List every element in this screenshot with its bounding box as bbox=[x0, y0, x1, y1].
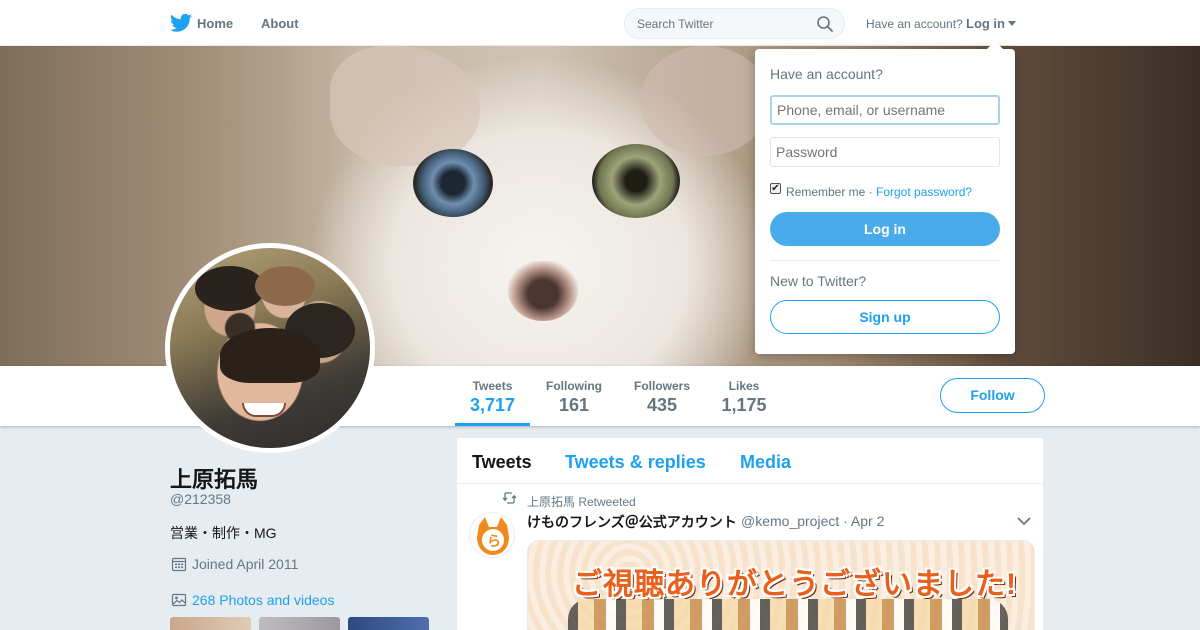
image-icon bbox=[171, 593, 187, 607]
profile-handle[interactable]: @212358 bbox=[170, 491, 231, 507]
avatar-photo-detail bbox=[255, 266, 315, 306]
search-input[interactable]: Search Twitter bbox=[624, 8, 845, 39]
have-account-text: Have an account? bbox=[866, 17, 963, 31]
top-navigation-bar: Home About Search Twitter Have an accoun… bbox=[0, 0, 1200, 46]
stat-tweets[interactable]: Tweets 3,717 bbox=[455, 366, 530, 426]
nav-home-link[interactable]: Home bbox=[197, 16, 233, 31]
media-headline-text: ご視聴ありがとうございました! bbox=[572, 568, 1017, 601]
media-thumbnail[interactable] bbox=[170, 617, 251, 630]
login-dropdown-toggle[interactable]: Log in bbox=[966, 16, 1005, 31]
stat-label: Likes bbox=[728, 379, 760, 393]
stat-label: Tweets bbox=[472, 379, 513, 393]
stat-value: 435 bbox=[646, 395, 678, 415]
divider bbox=[770, 260, 1000, 261]
stat-value: 1,175 bbox=[721, 395, 767, 415]
search-icon[interactable] bbox=[816, 15, 834, 33]
signup-button[interactable]: Sign up bbox=[770, 300, 1000, 334]
media-characters bbox=[568, 599, 1008, 630]
banner-cat-eye bbox=[592, 144, 680, 218]
twitter-bird-icon[interactable] bbox=[170, 13, 192, 33]
avatar-photo-detail bbox=[242, 403, 286, 417]
stat-label: Followers bbox=[633, 379, 690, 393]
chevron-down-icon[interactable] bbox=[1017, 516, 1031, 526]
password-field[interactable] bbox=[770, 137, 1000, 167]
stat-value: 3,717 bbox=[469, 395, 516, 415]
banner-cat-ear bbox=[330, 46, 480, 166]
profile-bio: 営業・制作・MG bbox=[170, 525, 277, 541]
profile-name[interactable]: 上原拓馬 bbox=[170, 462, 258, 494]
joined-date: Joined April 2011 bbox=[192, 556, 299, 572]
tweet-media-image[interactable]: ご視聴ありがとうございました! bbox=[527, 540, 1035, 630]
avatar-photo bbox=[170, 248, 370, 448]
timeline: Tweets Tweets & replies Media 上原拓馬 Retwe… bbox=[456, 437, 1045, 630]
svg-text:ら: ら bbox=[487, 534, 501, 550]
forgot-password-link[interactable]: Forgot password? bbox=[876, 185, 972, 199]
tweet-author-name[interactable]: けものフレンズ＠公式アカウント bbox=[527, 512, 737, 532]
stat-value: 161 bbox=[558, 395, 590, 415]
banner-cat-nose bbox=[508, 261, 578, 321]
stat-label: Following bbox=[546, 379, 602, 393]
username-field[interactable] bbox=[770, 95, 1000, 125]
login-button[interactable]: Log in bbox=[770, 212, 1000, 246]
nav-about-link[interactable]: About bbox=[261, 16, 299, 31]
avatar[interactable] bbox=[165, 243, 375, 453]
media-thumbnail[interactable] bbox=[259, 617, 340, 630]
login-dropdown: Have an account? ✔ Remember me · Forgot … bbox=[755, 41, 1015, 354]
banner-cat-ear bbox=[640, 46, 770, 156]
timeline-tabs: Tweets Tweets & replies Media bbox=[457, 438, 1045, 484]
tab-tweets-and-replies[interactable]: Tweets & replies bbox=[565, 452, 706, 473]
photos-and-videos-link[interactable]: 268 Photos and videos bbox=[192, 592, 334, 608]
tab-tweets[interactable]: Tweets bbox=[472, 452, 532, 473]
avatar-photo-detail bbox=[220, 328, 320, 383]
calendar-icon bbox=[171, 557, 187, 572]
tweet-author-avatar[interactable]: ら bbox=[469, 512, 515, 558]
stat-followers[interactable]: Followers 435 bbox=[628, 366, 696, 426]
tweet-author-meta[interactable]: @kemo_project · Apr 2 bbox=[741, 513, 884, 529]
banner-cat-eye bbox=[413, 149, 493, 217]
stat-likes[interactable]: Likes 1,175 bbox=[714, 366, 774, 426]
retweet-icon bbox=[502, 492, 517, 504]
dropdown-title: Have an account? bbox=[770, 66, 883, 82]
stat-following[interactable]: Following 161 bbox=[540, 366, 608, 426]
caret-down-icon[interactable] bbox=[1008, 21, 1016, 26]
search-placeholder: Search Twitter bbox=[637, 17, 714, 31]
tab-media[interactable]: Media bbox=[740, 452, 791, 473]
retweeted-by[interactable]: 上原拓馬 Retweeted bbox=[527, 493, 636, 510]
remember-me-label[interactable]: Remember me · bbox=[786, 185, 873, 199]
kemono-logo-icon: ら bbox=[477, 517, 509, 555]
remember-me-checkbox[interactable]: ✔ bbox=[770, 183, 781, 194]
media-thumbnail[interactable] bbox=[348, 617, 429, 630]
new-to-twitter-text: New to Twitter? bbox=[770, 273, 867, 289]
follow-button[interactable]: Follow bbox=[940, 378, 1045, 413]
